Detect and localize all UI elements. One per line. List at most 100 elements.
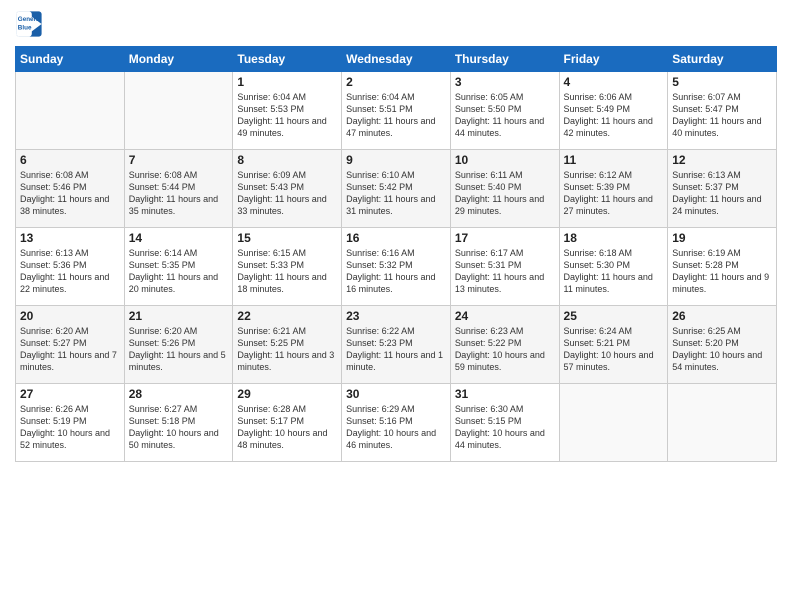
calendar-cell: 21 Sunrise: 6:20 AM Sunset: 5:26 PM Dayli… [124, 306, 233, 384]
day-number: 23 [346, 309, 446, 323]
day-info: Sunrise: 6:17 AM Sunset: 5:31 PM Dayligh… [455, 247, 555, 296]
day-info: Sunrise: 6:11 AM Sunset: 5:40 PM Dayligh… [455, 169, 555, 218]
day-number: 11 [564, 153, 664, 167]
calendar-cell: 27Sunrise: 6:26 AM Sunset: 5:19 PM Dayli… [16, 384, 125, 462]
calendar-table: SundayMondayTuesdayWednesdayThursdayFrid… [15, 46, 777, 462]
day-number: 17 [455, 231, 555, 245]
svg-text:Blue: Blue [18, 25, 32, 32]
calendar-cell: 14 Sunrise: 6:14 AM Sunset: 5:35 PM Dayli… [124, 228, 233, 306]
day-info: Sunrise: 6:06 AM Sunset: 5:49 PM Dayligh… [564, 91, 664, 140]
day-number: 21 [129, 309, 229, 323]
day-number: 10 [455, 153, 555, 167]
day-info: Sunrise: 6:10 AM Sunset: 5:42 PM Dayligh… [346, 169, 446, 218]
day-number: 9 [346, 153, 446, 167]
calendar-cell: 8Sunrise: 6:09 AM Sunset: 5:43 PM Daylig… [233, 150, 342, 228]
day-number: 29 [237, 387, 337, 401]
calendar-cell: 25Sunrise: 6:24 AM Sunset: 5:21 PM Dayli… [559, 306, 668, 384]
weekday-tuesday: Tuesday [233, 47, 342, 72]
day-number: 1 [237, 75, 337, 89]
day-number: 13 [20, 231, 120, 245]
day-number: 8 [237, 153, 337, 167]
day-number: 28 [129, 387, 229, 401]
day-info: Sunrise: 6:16 AM Sunset: 5:32 PM Dayligh… [346, 247, 446, 296]
day-info: Sunrise: 6:25 AM Sunset: 5:20 PM Dayligh… [672, 325, 772, 374]
day-info: Sunrise: 6:20 AM Sunset: 5:26 PM Dayligh… [129, 325, 229, 374]
day-number: 24 [455, 309, 555, 323]
day-number: 6 [20, 153, 120, 167]
calendar-cell: 26 Sunrise: 6:25 AM Sunset: 5:20 PM Dayli… [668, 306, 777, 384]
day-info: Sunrise: 6:12 AM Sunset: 5:39 PM Dayligh… [564, 169, 664, 218]
calendar-cell [124, 72, 233, 150]
weekday-header-row: SundayMondayTuesdayWednesdayThursdayFrid… [16, 47, 777, 72]
calendar-cell: 19Sunrise: 6:19 AM Sunset: 5:28 PM Dayli… [668, 228, 777, 306]
weekday-saturday: Saturday [668, 47, 777, 72]
day-info: Sunrise: 6:05 AM Sunset: 5:50 PM Dayligh… [455, 91, 555, 140]
calendar-cell: 18 Sunrise: 6:18 AM Sunset: 5:30 PM Dayli… [559, 228, 668, 306]
calendar-cell: 2 Sunrise: 6:04 AM Sunset: 5:51 PM Daylig… [342, 72, 451, 150]
calendar-cell: 22Sunrise: 6:21 AM Sunset: 5:25 PM Dayli… [233, 306, 342, 384]
day-info: Sunrise: 6:21 AM Sunset: 5:25 PM Dayligh… [237, 325, 337, 374]
day-number: 18 [564, 231, 664, 245]
calendar-cell [668, 384, 777, 462]
day-number: 15 [237, 231, 337, 245]
header: General Blue [15, 10, 777, 38]
day-info: Sunrise: 6:14 AM Sunset: 5:35 PM Dayligh… [129, 247, 229, 296]
day-info: Sunrise: 6:15 AM Sunset: 5:33 PM Dayligh… [237, 247, 337, 296]
weekday-monday: Monday [124, 47, 233, 72]
calendar-cell: 3 Sunrise: 6:05 AM Sunset: 5:50 PM Daylig… [450, 72, 559, 150]
logo-icon: General Blue [15, 10, 43, 38]
weekday-wednesday: Wednesday [342, 47, 451, 72]
day-info: Sunrise: 6:04 AM Sunset: 5:53 PM Dayligh… [237, 91, 337, 140]
day-number: 14 [129, 231, 229, 245]
day-number: 26 [672, 309, 772, 323]
calendar-cell: 28 Sunrise: 6:27 AM Sunset: 5:18 PM Dayli… [124, 384, 233, 462]
logo: General Blue [15, 10, 43, 38]
day-info: Sunrise: 6:23 AM Sunset: 5:22 PM Dayligh… [455, 325, 555, 374]
calendar-cell: 15 Sunrise: 6:15 AM Sunset: 5:33 PM Dayli… [233, 228, 342, 306]
day-number: 20 [20, 309, 120, 323]
calendar-cell: 11 Sunrise: 6:12 AM Sunset: 5:39 PM Dayli… [559, 150, 668, 228]
day-info: Sunrise: 6:08 AM Sunset: 5:46 PM Dayligh… [20, 169, 120, 218]
day-info: Sunrise: 6:27 AM Sunset: 5:18 PM Dayligh… [129, 403, 229, 452]
calendar-cell: 20Sunrise: 6:20 AM Sunset: 5:27 PM Dayli… [16, 306, 125, 384]
weekday-thursday: Thursday [450, 47, 559, 72]
day-info: Sunrise: 6:04 AM Sunset: 5:51 PM Dayligh… [346, 91, 446, 140]
week-row-3: 13Sunrise: 6:13 AM Sunset: 5:36 PM Dayli… [16, 228, 777, 306]
calendar-cell: 7Sunrise: 6:08 AM Sunset: 5:44 PM Daylig… [124, 150, 233, 228]
calendar-cell: 16Sunrise: 6:16 AM Sunset: 5:32 PM Dayli… [342, 228, 451, 306]
day-number: 2 [346, 75, 446, 89]
calendar-cell [559, 384, 668, 462]
day-number: 12 [672, 153, 772, 167]
day-number: 30 [346, 387, 446, 401]
day-number: 4 [564, 75, 664, 89]
day-info: Sunrise: 6:07 AM Sunset: 5:47 PM Dayligh… [672, 91, 772, 140]
calendar-cell: 29 Sunrise: 6:28 AM Sunset: 5:17 PM Dayli… [233, 384, 342, 462]
day-info: Sunrise: 6:18 AM Sunset: 5:30 PM Dayligh… [564, 247, 664, 296]
calendar-cell: 1 Sunrise: 6:04 AM Sunset: 5:53 PM Daylig… [233, 72, 342, 150]
page: General Blue SundayMondayTuesdayWednesda… [0, 0, 792, 612]
svg-text:General: General [18, 16, 42, 23]
day-info: Sunrise: 6:26 AM Sunset: 5:19 PM Dayligh… [20, 403, 120, 452]
day-number: 5 [672, 75, 772, 89]
calendar-cell: 23Sunrise: 6:22 AM Sunset: 5:23 PM Dayli… [342, 306, 451, 384]
calendar-cell: 31Sunrise: 6:30 AM Sunset: 5:15 PM Dayli… [450, 384, 559, 462]
calendar-cell: 6 Sunrise: 6:08 AM Sunset: 5:46 PM Daylig… [16, 150, 125, 228]
day-number: 7 [129, 153, 229, 167]
week-row-4: 20Sunrise: 6:20 AM Sunset: 5:27 PM Dayli… [16, 306, 777, 384]
calendar-cell: 17 Sunrise: 6:17 AM Sunset: 5:31 PM Dayli… [450, 228, 559, 306]
calendar-cell: 24 Sunrise: 6:23 AM Sunset: 5:22 PM Dayli… [450, 306, 559, 384]
weekday-sunday: Sunday [16, 47, 125, 72]
calendar-cell: 30Sunrise: 6:29 AM Sunset: 5:16 PM Dayli… [342, 384, 451, 462]
calendar-cell: 12 Sunrise: 6:13 AM Sunset: 5:37 PM Dayli… [668, 150, 777, 228]
calendar-cell: 5 Sunrise: 6:07 AM Sunset: 5:47 PM Daylig… [668, 72, 777, 150]
week-row-2: 6 Sunrise: 6:08 AM Sunset: 5:46 PM Daylig… [16, 150, 777, 228]
week-row-1: 1 Sunrise: 6:04 AM Sunset: 5:53 PM Daylig… [16, 72, 777, 150]
calendar-cell: 9 Sunrise: 6:10 AM Sunset: 5:42 PM Daylig… [342, 150, 451, 228]
day-number: 25 [564, 309, 664, 323]
week-row-5: 27Sunrise: 6:26 AM Sunset: 5:19 PM Dayli… [16, 384, 777, 462]
day-info: Sunrise: 6:28 AM Sunset: 5:17 PM Dayligh… [237, 403, 337, 452]
day-number: 3 [455, 75, 555, 89]
day-info: Sunrise: 6:13 AM Sunset: 5:37 PM Dayligh… [672, 169, 772, 218]
weekday-friday: Friday [559, 47, 668, 72]
calendar-cell: 10 Sunrise: 6:11 AM Sunset: 5:40 PM Dayli… [450, 150, 559, 228]
